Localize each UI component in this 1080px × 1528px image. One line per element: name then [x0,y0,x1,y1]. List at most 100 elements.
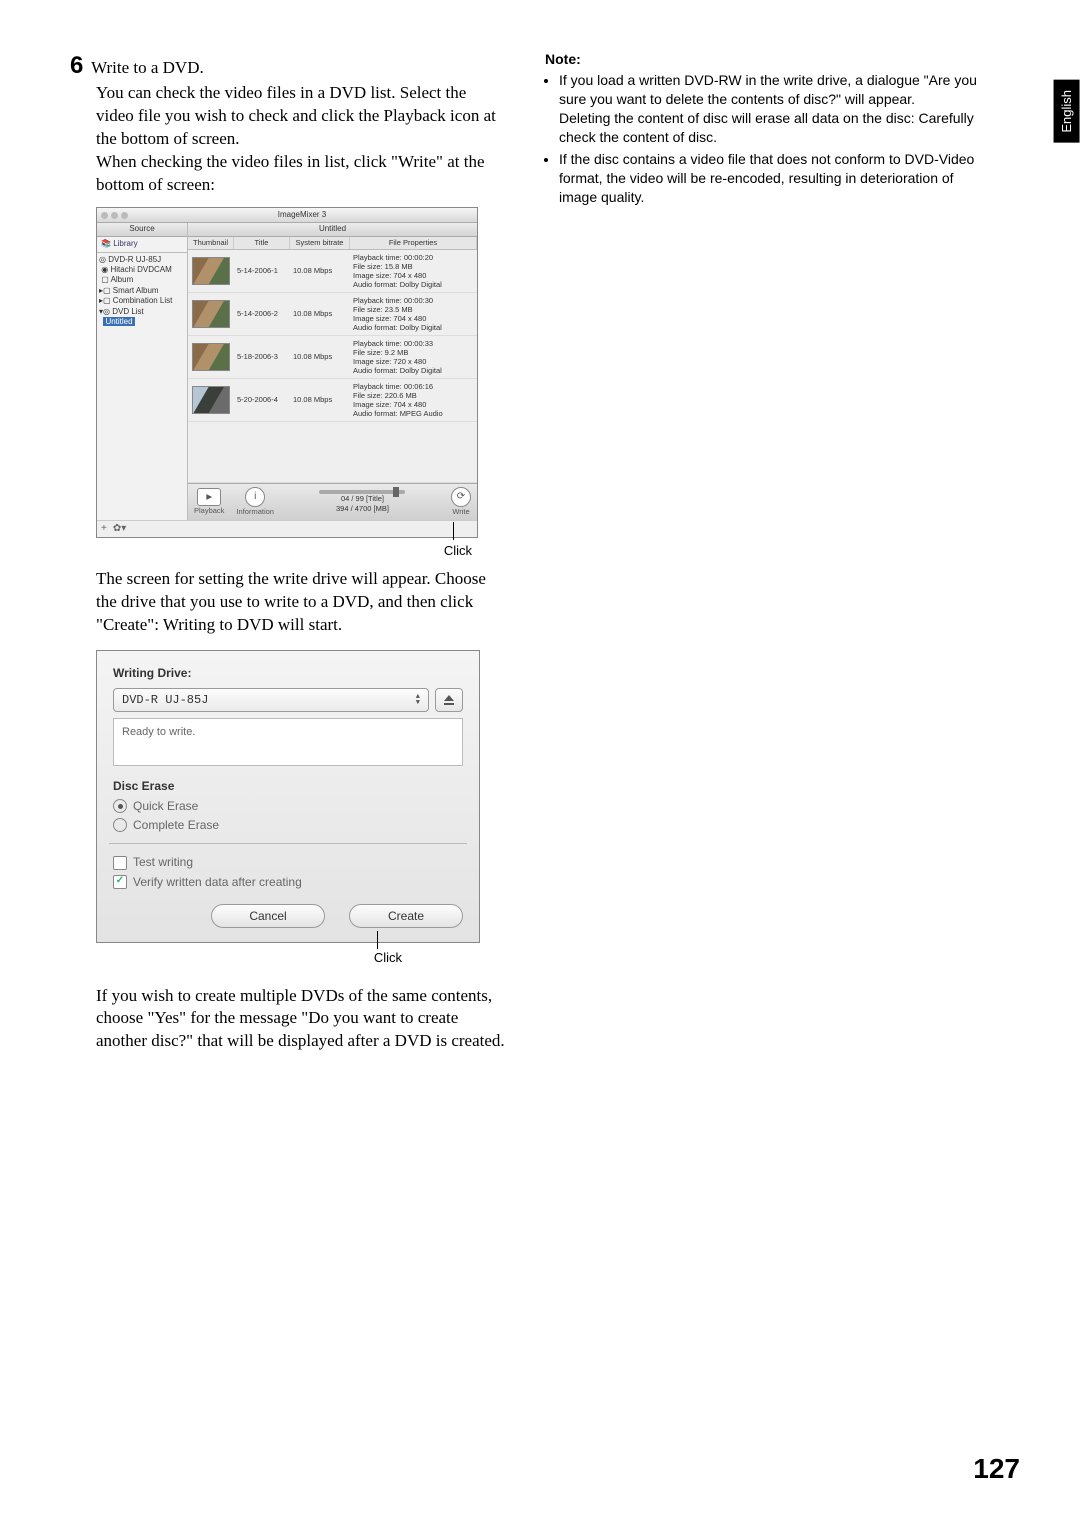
tree-hitachi: ◉ Hitachi DVDCAM [99,265,185,275]
disc-erase-heading: Disc Erase [113,778,463,794]
tree-dvd-r: ◎ DVD-R UJ-85J [99,255,185,265]
verify-checkbox[interactable]: Verify written data after creating [113,874,463,890]
tree-combo: ▸▢ Combination List [99,296,185,306]
test-writing-label: Test writing [133,854,193,870]
write-button[interactable]: ⟳ Write [451,487,471,517]
tree-dvd-r-label: DVD-R UJ-85J [108,255,161,264]
cell-properties: Playback time: 00:00:30 File size: 23.5 … [350,294,477,334]
cancel-button[interactable]: Cancel [211,904,325,928]
tree-album: ▢ Album [99,275,185,285]
checkbox-off-icon [113,856,127,870]
add-icon: + [101,522,107,536]
eject-button[interactable] [435,688,463,712]
prop-audio: Audio format: Dolby Digital [353,280,474,289]
click-callout-1-label: Click [444,543,472,558]
prop-playback: Playback time: 00:00:30 [353,296,474,305]
tree-hitachi-label: Hitachi DVDCAM [110,265,171,274]
stepper-icon: ▲▼ [416,694,420,706]
radio-off-icon [113,818,127,832]
playback-button[interactable]: ▶ Playback [194,488,224,516]
cell-bitrate: 10.08 Mbps [290,264,350,278]
quick-erase-label: Quick Erase [133,798,198,814]
close-icon [101,212,108,219]
table-row: 5-14-2006-2 10.08 Mbps Playback time: 00… [188,293,477,336]
tree-album-label: Album [111,275,134,284]
cell-bitrate: 10.08 Mbps [290,350,350,364]
write-icon: ⟳ [451,487,471,507]
window-bottombar: + ✿▾ [97,520,477,537]
window-titlebar: ImageMixer 3 [97,208,477,223]
tree-smart-label: Smart Album [113,286,159,295]
tree-dvdlist-label: DVD List [112,307,144,316]
th-title: Title [234,237,290,249]
complete-erase-radio[interactable]: Complete Erase [113,817,463,833]
thumbnail [192,386,230,414]
table-row-empty [188,422,477,483]
prop-filesize: File size: 15.8 MB [353,262,474,271]
tree-combo-label: Combination List [113,296,173,305]
writing-drive-heading: Writing Drive: [113,665,463,681]
screenshot-writing-drive-dialog: Writing Drive: DVD-R UJ-85J ▲▼ Ready to … [96,650,480,943]
note-item-1: If you load a written DVD-RW in the writ… [559,71,980,147]
note-heading: Note: [545,50,980,69]
step-para-3: The screen for setting the write drive w… [96,568,505,637]
prop-filesize: File size: 220.6 MB [353,391,474,400]
prop-playback: Playback time: 00:00:33 [353,339,474,348]
drive-select[interactable]: DVD-R UJ-85J ▲▼ [113,688,429,712]
content-tab: Untitled [188,223,477,237]
cell-properties: Playback time: 00:00:33 File size: 9.2 M… [350,337,477,377]
info-icon: i [245,487,265,507]
click-callout-2: Click [96,949,446,967]
table-row: 5-20-2006-4 10.08 Mbps Playback time: 00… [188,379,477,422]
click-callout-1: Click [96,542,472,560]
step-number: 6 [70,50,83,82]
tree-dvdlist: ▾◎ DVD List [99,307,185,317]
prop-imagesize: Image size: 704 x 480 [353,400,474,409]
sidebar-library: 📚 Library [97,237,187,253]
toolbar: ▶ Playback i Information 04 / 99 [Title] [188,483,477,520]
tree-smart: ▸▢ Smart Album [99,286,185,296]
size-count: 394 / 4700 [MB] [336,504,389,514]
write-label: Write [452,507,469,517]
capacity-slider: 04 / 99 [Title] 394 / 4700 [MB] [286,490,439,514]
step-para-2: When checking the video files in list, c… [96,151,505,197]
thumbnail [192,343,230,371]
minimize-icon [111,212,118,219]
playback-label: Playback [194,506,224,516]
note-1b: Deleting the content of disc will erase … [559,110,974,145]
tree-untitled: Untitled [99,317,185,327]
step-heading: 6 Write to a DVD. [70,50,505,82]
language-tab: English [1054,80,1080,143]
th-file-properties: File Properties [350,237,477,249]
cell-title: 5-14-2006-2 [234,307,290,321]
cell-title: 5-14-2006-1 [234,264,290,278]
thumbnail [192,300,230,328]
prop-audio: Audio format: Dolby Digital [353,323,474,332]
test-writing-checkbox[interactable]: Test writing [113,854,463,870]
table-header: Thumbnail Title System bitrate File Prop… [188,237,477,250]
cell-properties: Playback time: 00:06:16 File size: 220.6… [350,380,477,420]
prop-filesize: File size: 9.2 MB [353,348,474,357]
verify-label: Verify written data after creating [133,874,302,890]
th-thumbnail: Thumbnail [188,237,234,249]
note-1a: If you load a written DVD-RW in the writ… [559,72,977,107]
sidebar-tree: ◎ DVD-R UJ-85J ◉ Hitachi DVDCAM ▢ Album … [97,253,187,330]
create-button[interactable]: Create [349,904,463,928]
information-button[interactable]: i Information [236,487,274,517]
sidebar-library-label: Library [113,239,137,248]
sidebar: Source 📚 Library ◎ DVD-R UJ-85J ◉ Hitach… [97,223,188,520]
zoom-icon [121,212,128,219]
prop-imagesize: Image size: 704 x 480 [353,314,474,323]
eject-icon [443,694,455,706]
prop-audio: Audio format: MPEG Audio [353,409,474,418]
table-row: 5-14-2006-1 10.08 Mbps Playback time: 00… [188,250,477,293]
screenshot-imagemixer-window: ImageMixer 3 Source 📚 Library ◎ DVD-R UJ… [96,207,478,538]
note-item-2: If the disc contains a video file that d… [559,150,980,207]
page-number: 127 [973,1450,1020,1488]
tree-untitled-label: Untitled [103,317,134,326]
checkbox-on-icon [113,875,127,889]
gear-icon: ✿▾ [113,522,126,536]
quick-erase-radio[interactable]: Quick Erase [113,798,463,814]
prop-playback: Playback time: 00:06:16 [353,382,474,391]
prop-playback: Playback time: 00:00:20 [353,253,474,262]
